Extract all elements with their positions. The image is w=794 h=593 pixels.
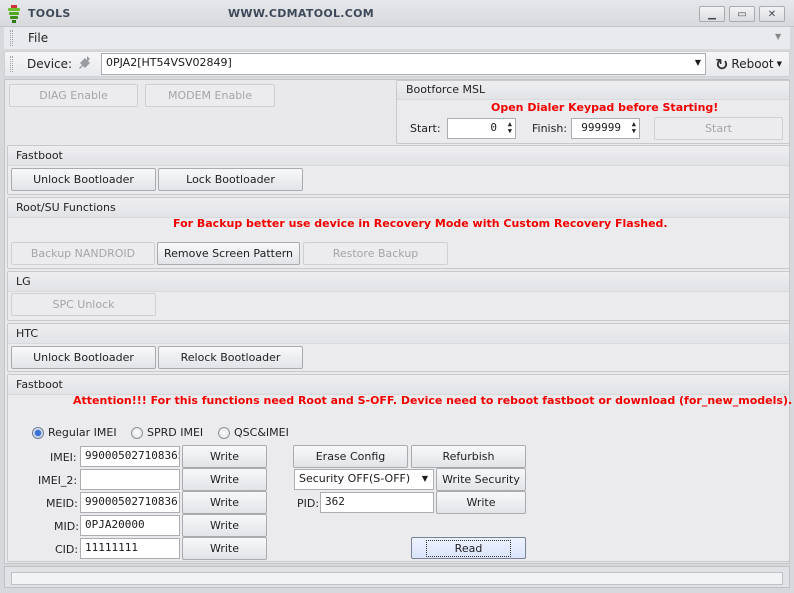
fastboot-unlock-bootloader-button[interactable]: Unlock Bootloader xyxy=(11,168,156,191)
spc-unlock-button[interactable]: SPC Unlock xyxy=(11,293,156,316)
diag-enable-button[interactable]: DIAG Enable xyxy=(9,84,138,107)
bootforce-start-button[interactable]: Start xyxy=(654,117,783,140)
radio-regular-imei[interactable]: Regular IMEI xyxy=(32,426,117,439)
device-label: Device: xyxy=(27,57,73,71)
cid-write-button[interactable]: Write xyxy=(182,537,267,560)
title-bar: TOOLS WWW.CDMATOOL.COM ▁ ▭ ✕ xyxy=(0,0,794,27)
meid-input[interactable]: 99000502710836 xyxy=(80,492,180,513)
device-select[interactable]: 0PJA2[HT54VSV02849] ▼ xyxy=(101,53,706,75)
htc-relock-bootloader-button[interactable]: Relock Bootloader xyxy=(158,346,303,369)
reboot-dropdown-icon: ▼ xyxy=(776,60,782,68)
security-value: Security OFF(S-OFF) xyxy=(299,472,411,485)
menu-file[interactable]: File xyxy=(28,31,48,45)
root-su-title: Root/SU Functions xyxy=(8,198,789,218)
security-select[interactable]: Security OFF(S-OFF) ▼ xyxy=(294,469,434,490)
radio-unchecked-icon xyxy=(218,426,230,439)
mid-write-button[interactable]: Write xyxy=(182,514,267,537)
imei-label: IMEI: xyxy=(50,451,77,464)
device-toolbar: Device: 0PJA2[HT54VSV02849] ▼ ↻ Reboot ▼ xyxy=(4,51,790,77)
radio-unchecked-icon xyxy=(131,426,143,439)
imei-input[interactable]: 990005027108365 xyxy=(80,446,180,467)
remove-screen-pattern-button[interactable]: Remove Screen Pattern xyxy=(157,242,300,265)
start-spinner[interactable]: 0 ▲ ▼ xyxy=(447,118,516,139)
cid-input[interactable]: 11111111 xyxy=(80,538,180,559)
bootforce-warning: Open Dialer Keypad before Starting! xyxy=(491,101,719,114)
finish-spinner[interactable]: 999999 ▲ ▼ xyxy=(571,118,640,139)
maximize-icon: ▭ xyxy=(737,8,747,20)
lg-title: LG xyxy=(8,272,789,292)
write-security-button[interactable]: Write Security xyxy=(436,468,526,491)
restore-backup-button[interactable]: Restore Backup xyxy=(303,242,448,265)
chevron-down-icon: ▼ xyxy=(421,474,428,483)
modem-enable-button[interactable]: MODEM Enable xyxy=(145,84,275,107)
radio-sprd-imei[interactable]: SPRD IMEI xyxy=(131,426,203,439)
window-title: TOOLS xyxy=(28,7,71,20)
spinner-arrows-icon[interactable]: ▲ ▼ xyxy=(508,121,512,135)
spinner-arrows-icon[interactable]: ▲ ▼ xyxy=(632,121,636,135)
htc-unlock-bootloader-button[interactable]: Unlock Bootloader xyxy=(11,346,156,369)
android-app-icon xyxy=(6,5,22,23)
finish-value: 999999 xyxy=(581,121,621,134)
finish-label: Finish: xyxy=(532,122,568,135)
refresh-icon: ↻ xyxy=(715,54,729,74)
chevron-down-icon: ▼ xyxy=(694,58,701,67)
reboot-label: Reboot xyxy=(731,57,774,71)
bootforce-msl-panel: Bootforce MSL Open Dialer Keypad before … xyxy=(396,80,790,144)
bootforce-title: Bootforce MSL xyxy=(397,81,789,100)
mid-input[interactable]: 0PJA20000 xyxy=(80,515,180,536)
radio-label: SPRD IMEI xyxy=(147,426,204,439)
meid-write-button[interactable]: Write xyxy=(182,491,267,514)
erase-config-button[interactable]: Erase Config xyxy=(293,445,408,468)
read-button[interactable]: Read xyxy=(411,537,526,559)
close-icon: ✕ xyxy=(767,8,777,20)
imei-write-button[interactable]: Write xyxy=(182,445,267,468)
website-title: WWW.CDMATOOL.COM xyxy=(228,7,375,20)
backup-nandroid-button[interactable]: Backup NANDROID xyxy=(11,242,155,265)
radio-checked-icon xyxy=(32,426,44,439)
minimize-icon: ▁ xyxy=(708,8,716,20)
pid-write-button[interactable]: Write xyxy=(436,491,526,514)
radio-label: Regular IMEI xyxy=(48,426,117,439)
minimize-button[interactable]: ▁ xyxy=(699,6,725,22)
htc-title: HTC xyxy=(8,324,789,344)
start-label: Start: xyxy=(410,122,441,135)
imei2-label: IMEI_2: xyxy=(38,474,78,487)
cid-label: CID: xyxy=(55,543,79,556)
close-button[interactable]: ✕ xyxy=(759,6,785,22)
reboot-button[interactable]: ↻ Reboot ▼ xyxy=(715,54,787,74)
maximize-button[interactable]: ▭ xyxy=(729,6,755,22)
imei2-input[interactable] xyxy=(80,469,180,490)
menu-overflow-icon[interactable]: ▼ xyxy=(775,32,781,41)
radio-qsc-imei[interactable]: QSC&IMEI xyxy=(218,426,289,439)
fastboot-lock-bootloader-button[interactable]: Lock Bootloader xyxy=(158,168,303,191)
fastboot-advanced-warning: Attention!!! For this functions need Roo… xyxy=(73,394,793,407)
pid-label: PID: xyxy=(297,497,320,510)
menu-grip[interactable] xyxy=(10,30,13,46)
start-value: 0 xyxy=(490,121,497,134)
progress-bar xyxy=(11,572,783,585)
toolbar-grip[interactable] xyxy=(10,56,13,72)
root-warning: For Backup better use device in Recovery… xyxy=(173,217,668,230)
radio-label: QSC&IMEI xyxy=(234,426,289,439)
read-label: Read xyxy=(425,539,512,557)
device-value: 0PJA2[HT54VSV02849] xyxy=(106,56,232,69)
fastboot-advanced-title: Fastboot xyxy=(8,375,789,395)
refurbish-button[interactable]: Refurbish xyxy=(411,445,526,468)
plug-icon xyxy=(77,55,93,76)
menu-bar: File ▼ xyxy=(4,27,790,49)
imei2-write-button[interactable]: Write xyxy=(182,468,267,491)
pid-input[interactable]: 362 xyxy=(320,492,434,513)
fastboot-title: Fastboot xyxy=(8,146,789,166)
meid-label: MEID: xyxy=(46,497,78,510)
mid-label: MID: xyxy=(54,520,79,533)
